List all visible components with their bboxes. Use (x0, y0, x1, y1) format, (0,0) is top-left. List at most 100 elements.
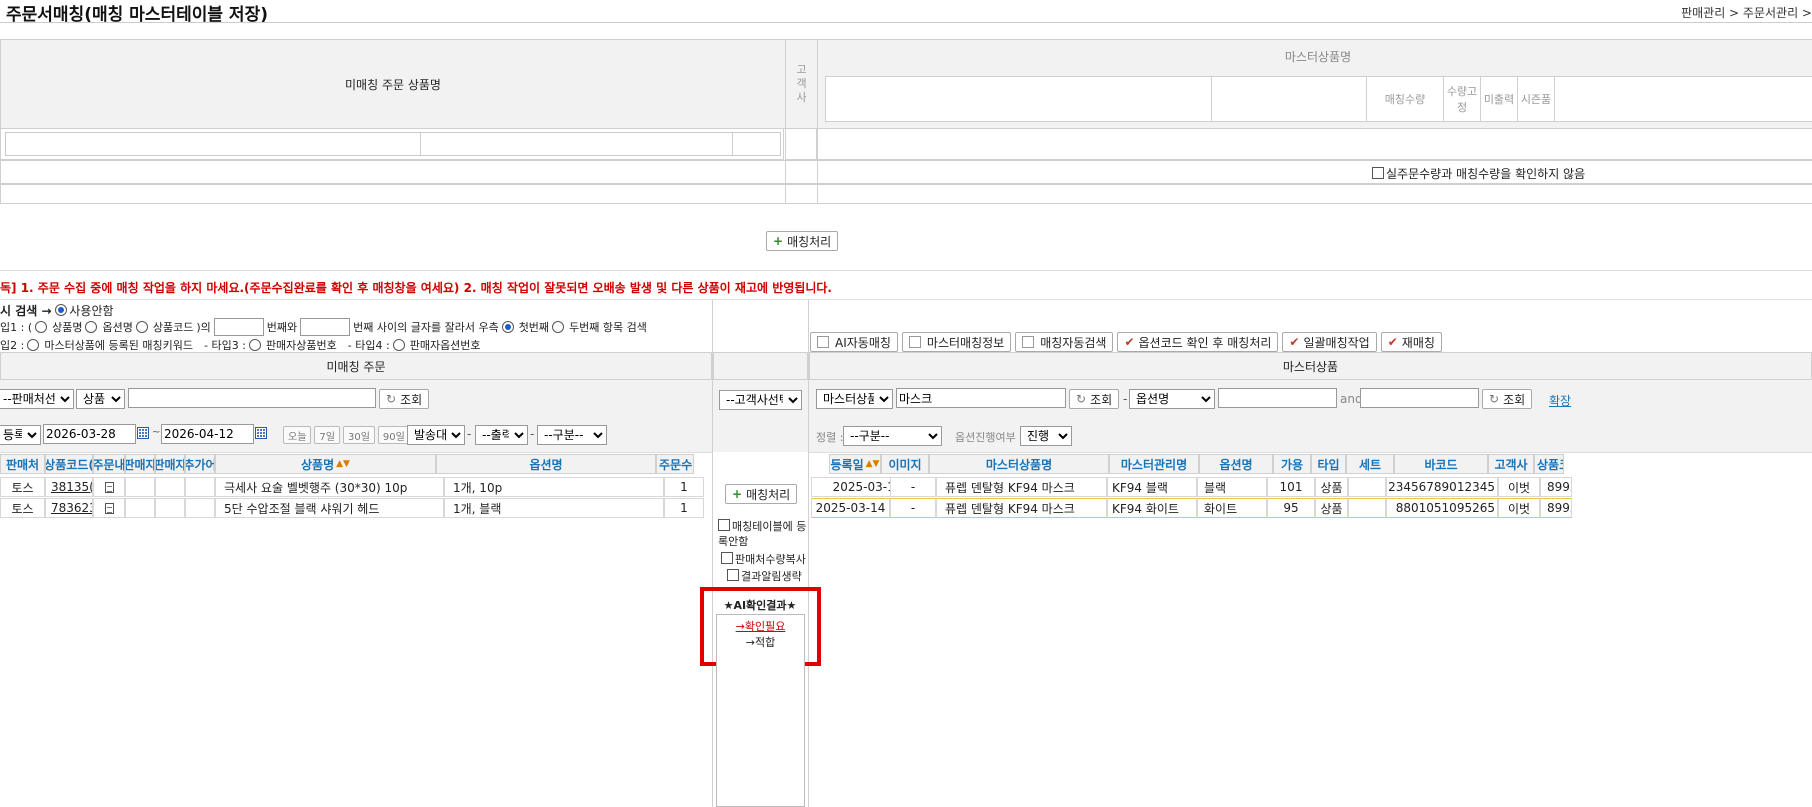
quick-today-button[interactable]: 오늘 (283, 426, 312, 444)
master-col-fixed: 수량고정 (1443, 77, 1480, 121)
copy-qty-option[interactable]: 판매처수량복사 (721, 551, 806, 567)
col-seller[interactable]: 판매처 (0, 454, 45, 474)
left-field-select[interactable]: 상품명 (76, 389, 125, 409)
type1-code-radio[interactable] (135, 321, 148, 333)
product-code-link[interactable]: 38135(20 (51, 480, 92, 494)
col-order-detail[interactable]: 주문내 (93, 454, 125, 474)
master-col-noprint: 미출력 (1480, 77, 1517, 121)
first-item-radio[interactable] (501, 321, 514, 333)
title-divider (0, 22, 1812, 23)
unmatched-row (0, 128, 784, 160)
refresh-icon: ↻ (1489, 392, 1500, 406)
col-customer[interactable]: 고객사 (1488, 454, 1534, 474)
sort-select[interactable]: --구분-- (843, 426, 942, 446)
col-master-manage[interactable]: 마스터관리명 (1109, 454, 1199, 474)
sort-icon: ▲▼ (865, 459, 880, 469)
master-option-select[interactable]: 옵션명 (1129, 389, 1215, 409)
col-order-qty[interactable]: 주문수량 (656, 454, 694, 474)
no-register-checkbox[interactable] (718, 519, 730, 531)
col-product-code[interactable]: 상품코드 (1534, 454, 1564, 474)
no-use-radio[interactable] (55, 304, 68, 316)
customer-header: 고객사 (785, 39, 818, 129)
quick-7d-button[interactable]: 7일 (314, 426, 340, 444)
col-option[interactable]: 옵션명 (1199, 454, 1273, 474)
quick-90d-button[interactable]: 90일 (377, 426, 410, 444)
quick-30d-button[interactable]: 30일 (342, 426, 375, 444)
auto-search-button[interactable]: 매칭자동검색 (1015, 332, 1114, 352)
master-option-input[interactable] (1218, 388, 1337, 408)
bulk-match-button[interactable]: ✔ 일괄매칭작업 (1282, 332, 1377, 352)
type4-seller-option-radio[interactable] (392, 339, 405, 351)
rematch-button[interactable]: ✔ 재매칭 (1380, 332, 1442, 352)
col-product-code[interactable]: 상품코드( (45, 454, 93, 474)
col-extra[interactable]: 추가어 (185, 454, 215, 474)
start-index-input[interactable] (213, 318, 264, 336)
col-type[interactable]: 타입 (1311, 454, 1346, 474)
quick-date-buttons: 오늘 7일 30일 90일 (283, 426, 410, 444)
left-search-input[interactable] (128, 388, 376, 408)
no-register-option[interactable]: 매칭테이블에 등록안함 (718, 519, 810, 549)
end-index-input[interactable] (300, 318, 351, 336)
product-code-link[interactable]: 7836239( (51, 501, 92, 515)
col-image[interactable]: 이미지 (881, 454, 929, 474)
search-option-line1: 시 검색 → 사용안함 (0, 304, 114, 318)
date-from-input[interactable] (43, 424, 136, 444)
master-search-button[interactable]: ↻ 조회 (1069, 389, 1120, 409)
list-icon (1022, 336, 1035, 348)
date-to-input[interactable] (161, 424, 254, 444)
type2-keyword-radio[interactable] (27, 339, 40, 351)
date-type-select[interactable]: 등록일 (0, 425, 41, 445)
kind-select[interactable]: --구분-- (537, 425, 607, 445)
col-available[interactable]: 가용 (1273, 454, 1311, 474)
check-icon: ✔ (1387, 335, 1398, 349)
col-seller-b[interactable]: 판매자 (155, 454, 185, 474)
col-reg-date[interactable]: 등록일 ▲▼ (829, 454, 881, 474)
right-toolbar: AI자동매칭 마스터매칭정보 매칭자동검색 ✔ 옵션코드 확인 후 매칭처리 ✔ 일… (810, 332, 1442, 352)
print-select[interactable]: --출력-- (475, 425, 528, 445)
sort-icon: ▲▼ (336, 459, 350, 469)
seller-select[interactable]: --판매처선택-- (0, 389, 74, 409)
top-match-button[interactable]: + 매칭처리 (766, 231, 839, 251)
status-select[interactable]: 발송대기 (407, 425, 465, 445)
extend-link[interactable]: 확장 (1549, 392, 1571, 409)
option-progress-select[interactable]: 진행 (1020, 426, 1072, 446)
calendar-icon[interactable] (137, 427, 149, 439)
document-icon[interactable] (104, 481, 114, 493)
col-set[interactable]: 세트 (1346, 454, 1394, 474)
ai-auto-match-button[interactable]: AI자동매칭 (810, 332, 898, 352)
skip-notify-option[interactable]: 결과알림생략 (727, 568, 802, 584)
second-item-radio[interactable] (552, 321, 565, 333)
confirm-qty-checkbox[interactable] (1372, 167, 1384, 179)
check-icon: ✔ (1124, 335, 1135, 349)
plus-icon: + (773, 234, 784, 248)
copy-qty-checkbox[interactable] (721, 552, 733, 564)
option-code-match-button[interactable]: ✔ 옵션코드 확인 후 매칭처리 (1117, 332, 1279, 352)
search-option-line3: 입2 : 마스터상품에 등록된 매칭키워드 - 타입3 : 판매자상품번호 - … (0, 339, 481, 352)
col-option-name[interactable]: 옵션명 (436, 454, 656, 474)
master-option-input2[interactable] (1360, 388, 1479, 408)
master-field-select[interactable]: 마스터상품명 (816, 389, 893, 409)
plus-icon: + (732, 487, 743, 501)
col-seller-a[interactable]: 판매자 (125, 454, 155, 474)
customer-select[interactable]: --고객사선택-- (719, 390, 802, 410)
left-search-button[interactable]: ↻ 조회 (379, 389, 430, 409)
skip-notify-checkbox[interactable] (727, 569, 739, 581)
check-icon: ✔ (1289, 335, 1300, 349)
document-icon[interactable] (104, 502, 114, 514)
master-search-button2[interactable]: ↻ 조회 (1482, 389, 1533, 409)
match-button[interactable]: + 매칭처리 (725, 484, 798, 504)
ai-need-check-link[interactable]: →확인필요 (717, 618, 804, 634)
confirm-qty-option[interactable]: 실주문수량과 매칭수량을 확인하지 않음 (1372, 165, 1585, 182)
unmatched-product-header-label: 미매칭 주문 상품명 (345, 77, 441, 92)
master-match-info-button[interactable]: 마스터매칭정보 (901, 332, 1012, 352)
col-barcode[interactable]: 바코드 (1394, 454, 1488, 474)
type3-seller-product-radio[interactable] (248, 339, 261, 351)
col-product-name[interactable]: 상품명 ▲▼ (215, 454, 436, 474)
type1-product-radio[interactable] (35, 321, 48, 333)
col-master-name[interactable]: 마스터상품명 (929, 454, 1109, 474)
ai-result-box: →확인필요 →적합 (716, 614, 805, 807)
master-search-input[interactable] (896, 388, 1066, 408)
master-header-inner: 매칭수량 수량고정 미출력 시즌품 (825, 76, 1812, 122)
type1-option-radio[interactable] (85, 321, 98, 333)
calendar-icon[interactable] (255, 427, 267, 439)
